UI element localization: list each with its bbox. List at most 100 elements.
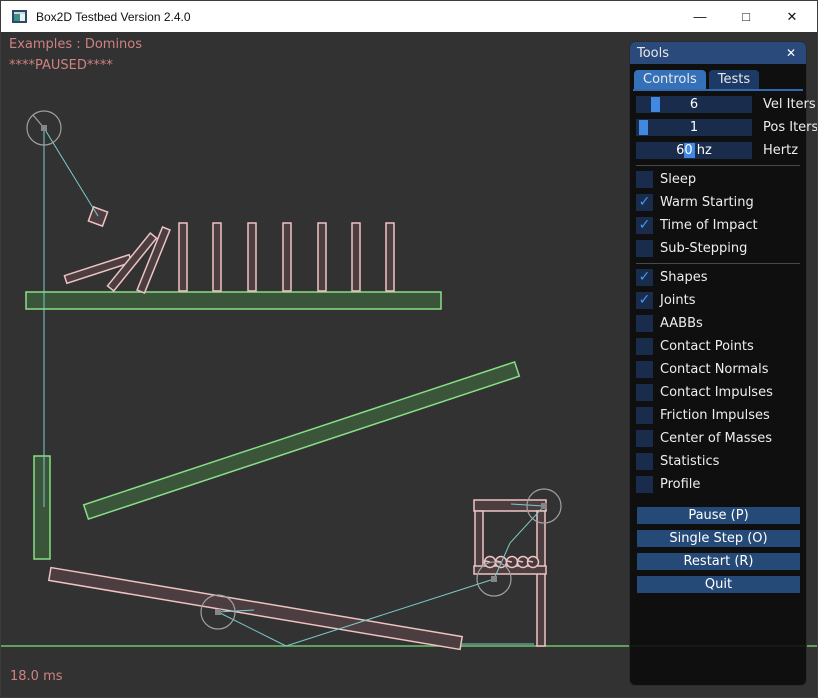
restart-button[interactable]: Restart (R) <box>637 553 800 570</box>
checkbox[interactable]: ✓ <box>636 453 653 470</box>
checkbox-center-of-masses[interactable]: ✓ Center of Masses <box>636 430 806 447</box>
frame-time-label: 18.0 ms <box>10 669 63 684</box>
vel-iters-slider[interactable]: 6 <box>636 96 752 113</box>
maximize-button[interactable]: □ <box>723 1 769 32</box>
tools-panel-close-icon[interactable]: ✕ <box>783 45 799 61</box>
domino <box>386 223 394 291</box>
checkbox[interactable]: ✓ <box>636 171 653 188</box>
pos-iters-value: 1 <box>636 119 752 136</box>
checkbox-label: Contact Points <box>660 339 754 354</box>
checkbox-label: Shapes <box>660 270 707 285</box>
checkbox-label: Sub-Stepping <box>660 241 747 256</box>
example-label: Examples : Dominos <box>9 37 142 52</box>
checkbox-label: Warm Starting <box>660 195 754 210</box>
slider-row-hertz: 60 hz Hertz <box>636 142 806 159</box>
checkbox-contact-normals[interactable]: ✓ Contact Normals <box>636 361 806 378</box>
checkbox-joints[interactable]: ✓ Joints <box>636 292 806 309</box>
pause-button[interactable]: Pause (P) <box>637 507 800 524</box>
checkbox[interactable]: ✓ <box>636 194 653 211</box>
domino <box>248 223 256 291</box>
checkmark-icon: ✓ <box>639 217 651 234</box>
checkbox[interactable]: ✓ <box>636 430 653 447</box>
tab-controls[interactable]: Controls <box>634 70 706 89</box>
checkbox-time-of-impact[interactable]: ✓ Time of Impact <box>636 217 806 234</box>
minimize-button[interactable]: — <box>677 1 723 32</box>
anchor-point <box>491 576 497 582</box>
checkbox-label: Contact Impulses <box>660 385 773 400</box>
hertz-slider[interactable]: 60 hz <box>636 142 752 159</box>
checkbox-aabbs[interactable]: ✓ AABBs <box>636 315 806 332</box>
vertical-post <box>34 456 50 559</box>
tools-panel-title: Tools <box>637 46 783 61</box>
physics-canvas[interactable]: Examples : Dominos ****PAUSED**** 18.0 m… <box>1 32 818 698</box>
pendulum-box <box>88 207 107 226</box>
hertz-label: Hertz <box>763 142 798 159</box>
vel-iters-label: Vel Iters <box>763 96 816 113</box>
checkbox-label: Contact Normals <box>660 362 769 377</box>
anchor-point <box>541 503 547 509</box>
domino-shelf <box>26 292 441 309</box>
slider-row-vel-iters: 6 Vel Iters <box>636 96 806 113</box>
checkbox-statistics[interactable]: ✓ Statistics <box>636 453 806 470</box>
checkmark-icon: ✓ <box>639 269 651 286</box>
frame-left-post <box>475 511 483 572</box>
app-icon <box>12 10 27 23</box>
checkbox-label: Profile <box>660 477 700 492</box>
domino <box>179 223 187 291</box>
checkbox[interactable]: ✓ <box>636 338 653 355</box>
tab-bar: Controls Tests <box>634 70 806 89</box>
frame-right-post <box>537 511 545 646</box>
checkbox[interactable]: ✓ <box>636 217 653 234</box>
slider-row-pos-iters: 1 Pos Iters <box>636 119 806 136</box>
domino <box>318 223 326 291</box>
domino <box>213 223 221 291</box>
static-bodies <box>26 292 519 559</box>
tab-tests[interactable]: Tests <box>709 70 759 89</box>
pos-iters-label: Pos Iters <box>763 119 818 136</box>
checkbox[interactable]: ✓ <box>636 292 653 309</box>
anchor-point <box>41 125 47 131</box>
separator <box>636 165 800 166</box>
checkbox-label: Friction Impulses <box>660 408 770 423</box>
checkbox-friction-impulses[interactable]: ✓ Friction Impulses <box>636 407 806 424</box>
dynamic-bodies[interactable] <box>49 207 546 650</box>
pos-iters-slider[interactable]: 1 <box>636 119 752 136</box>
checkbox-profile[interactable]: ✓ Profile <box>636 476 806 493</box>
checkmark-icon: ✓ <box>639 194 651 211</box>
checkbox-contact-points[interactable]: ✓ Contact Points <box>636 338 806 355</box>
checkbox[interactable]: ✓ <box>636 384 653 401</box>
checkbox-shapes[interactable]: ✓ Shapes <box>636 269 806 286</box>
titlebar: Box2D Testbed Version 2.4.0 — □ ✕ <box>1 1 817 32</box>
checkmark-icon: ✓ <box>639 292 651 309</box>
checkbox[interactable]: ✓ <box>636 407 653 424</box>
checkbox[interactable]: ✓ <box>636 240 653 257</box>
checkbox-label: Statistics <box>660 454 719 469</box>
anchor-point <box>215 609 221 615</box>
checkbox-label: AABBs <box>660 316 703 331</box>
checkbox[interactable]: ✓ <box>636 361 653 378</box>
window-title: Box2D Testbed Version 2.4.0 <box>36 10 677 24</box>
separator <box>636 263 800 264</box>
vel-iters-value: 6 <box>636 96 752 113</box>
ramp <box>84 362 520 519</box>
checkbox-sub-stepping[interactable]: ✓ Sub-Stepping <box>636 240 806 257</box>
checkbox-contact-impulses[interactable]: ✓ Contact Impulses <box>636 384 806 401</box>
close-button[interactable]: ✕ <box>769 1 815 32</box>
checkbox[interactable]: ✓ <box>636 269 653 286</box>
plank <box>49 568 462 650</box>
domino <box>283 223 291 291</box>
tools-panel: Tools ✕ Controls Tests 6 Vel Iters <box>629 41 807 686</box>
button-stack: Pause (P) Single Step (O) Restart (R) Qu… <box>636 499 806 593</box>
app-window: Box2D Testbed Version 2.4.0 — □ ✕ <box>0 0 818 698</box>
quit-button[interactable]: Quit <box>637 576 800 593</box>
checkbox-label: Time of Impact <box>660 218 758 233</box>
checkbox-warm-starting[interactable]: ✓ Warm Starting <box>636 194 806 211</box>
checkbox-sleep[interactable]: ✓ Sleep <box>636 171 806 188</box>
paused-label: ****PAUSED**** <box>9 58 113 73</box>
checkbox[interactable]: ✓ <box>636 315 653 332</box>
checkbox-label: Sleep <box>660 172 696 187</box>
tools-panel-titlebar[interactable]: Tools ✕ <box>630 42 806 64</box>
checkbox-label: Center of Masses <box>660 431 772 446</box>
checkbox[interactable]: ✓ <box>636 476 653 493</box>
single-step-button[interactable]: Single Step (O) <box>637 530 800 547</box>
